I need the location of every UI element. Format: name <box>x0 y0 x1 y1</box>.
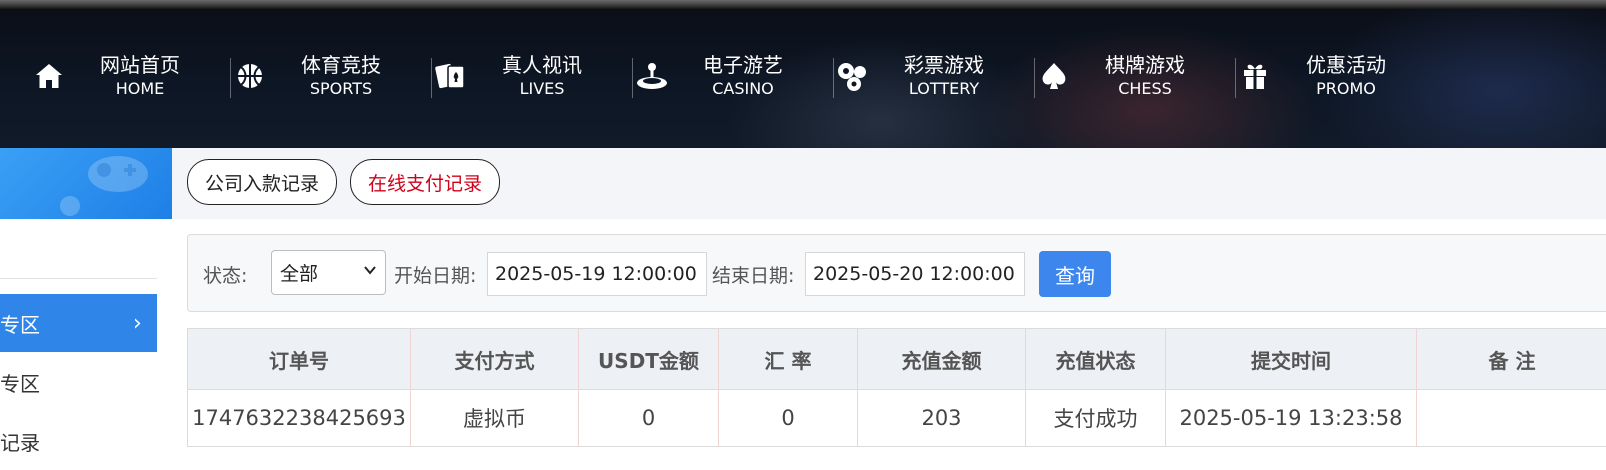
basketball-icon <box>231 57 269 95</box>
order-number-cell: 1747632238425693 <box>188 390 411 446</box>
record-tabs: 公司入款记录 在线支付记录 <box>172 148 1606 219</box>
status-label: 状态: <box>203 265 248 287</box>
main-content: 公司入款记录 在线支付记录 状态: 全部 开始日期: 结束日期: 查询 订单号 … <box>172 148 1606 470</box>
tab-online-payment[interactable]: 在线支付记录 <box>350 159 500 205</box>
nav-label-en: LIVES <box>519 79 565 98</box>
table-header-cell: 充值状态 <box>1026 329 1166 389</box>
usdt-amount-cell: 0 <box>579 390 719 446</box>
nav-label-zh: 电子游艺 <box>703 53 783 77</box>
nav-item-home[interactable]: 网站首页 HOME <box>30 52 231 100</box>
nav-label-zh: 网站首页 <box>100 53 180 77</box>
table-row: 1747632238425693 虚拟币 0 0 203 支付成功 2025-0… <box>188 389 1606 446</box>
status-select-value: 全部 <box>280 263 319 285</box>
sidebar-item-records[interactable]: 记录 <box>0 412 157 470</box>
nav-label-zh: 体育竞技 <box>301 53 381 77</box>
sidebar-item-zone[interactable]: 专区 <box>0 353 157 411</box>
chevron-right-icon: › <box>133 310 142 336</box>
playing-cards-icon <box>432 57 470 95</box>
nav-item-promo[interactable]: 优惠活动 PROMO <box>1236 52 1437 100</box>
nav-label-zh: 彩票游戏 <box>904 53 984 77</box>
nav-label-zh: 棋牌游戏 <box>1105 53 1185 77</box>
exchange-rate-cell: 0 <box>719 390 858 446</box>
nav-label-zh: 真人视讯 <box>502 53 582 77</box>
sidebar-item-label: 记录 <box>0 430 40 455</box>
home-icon <box>30 57 68 95</box>
joystick-icon <box>633 57 671 95</box>
deposit-amount-cell: 203 <box>858 390 1026 446</box>
nav-label-en: HOME <box>115 79 165 98</box>
nav-label-en: PROMO <box>1316 79 1376 98</box>
records-table: 订单号 支付方式 USDT金额 汇 率 充值金额 充值状态 提交时间 备 注 1… <box>187 328 1606 447</box>
table-header-cell: USDT金额 <box>579 329 719 389</box>
nav-item-casino[interactable]: 电子游艺 CASINO <box>633 52 834 100</box>
table-header-cell: 订单号 <box>188 329 411 389</box>
nav-label-en: CHESS <box>1118 79 1172 98</box>
nav-item-sports[interactable]: 体育竞技 SPORTS <box>231 52 432 100</box>
sidebar-item-label: 专区 <box>0 312 40 337</box>
nav-item-lottery[interactable]: 彩票游戏 LOTTERY <box>834 52 1035 100</box>
start-date-input[interactable] <box>487 252 707 296</box>
sidebar-item-label: 专区 <box>0 371 40 396</box>
tab-company-deposit[interactable]: 公司入款记录 <box>187 159 337 205</box>
table-header-cell: 提交时间 <box>1166 329 1417 389</box>
payment-method-cell: 虚拟币 <box>411 390 579 446</box>
status-select[interactable]: 全部 <box>271 250 386 295</box>
gamepad-icon <box>60 156 148 216</box>
lottery-balls-icon <box>834 57 872 95</box>
nav-item-chess[interactable]: 棋牌游戏 CHESS <box>1035 52 1236 100</box>
filter-bar: 状态: 全部 开始日期: 结束日期: 查询 <box>187 234 1606 312</box>
top-nav-bar: 网站首页 HOME 体育竞技 SPORTS 真人视讯 LIVES 电子游艺 CASINO <box>0 0 1606 148</box>
submit-time-cell: 2025-05-19 13:23:58 <box>1166 390 1417 446</box>
end-date-input[interactable] <box>805 252 1025 296</box>
deposit-status-cell: 支付成功 <box>1026 390 1166 446</box>
sidebar-divider <box>0 278 157 279</box>
nav-item-lives[interactable]: 真人视讯 LIVES <box>432 52 633 100</box>
nav-label-zh: 优惠活动 <box>1306 53 1386 77</box>
query-button[interactable]: 查询 <box>1039 251 1111 297</box>
remark-cell <box>1417 390 1606 446</box>
start-date-label: 开始日期: <box>394 265 477 287</box>
gift-icon <box>1236 57 1274 95</box>
window-edge <box>0 0 1606 9</box>
table-header-cell: 充值金额 <box>858 329 1026 389</box>
chevron-down-icon <box>364 266 376 275</box>
table-header-cell: 汇 率 <box>719 329 858 389</box>
end-date-label: 结束日期: <box>712 265 795 287</box>
nav-label-en: CASINO <box>712 79 774 98</box>
sidebar-item-zone-active[interactable]: 专区 › <box>0 294 157 352</box>
sidebar: 专区 › 专区 记录 <box>0 148 172 470</box>
nav-label-en: SPORTS <box>309 79 373 98</box>
sidebar-banner <box>0 148 172 219</box>
table-header-row: 订单号 支付方式 USDT金额 汇 率 充值金额 充值状态 提交时间 备 注 <box>188 329 1606 389</box>
spade-icon <box>1035 57 1073 95</box>
table-header-cell: 支付方式 <box>411 329 579 389</box>
main-nav: 网站首页 HOME 体育竞技 SPORTS 真人视讯 LIVES 电子游艺 CASINO <box>30 52 1437 100</box>
nav-label-en: LOTTERY <box>908 79 980 98</box>
table-header-cell: 备 注 <box>1488 348 1536 373</box>
